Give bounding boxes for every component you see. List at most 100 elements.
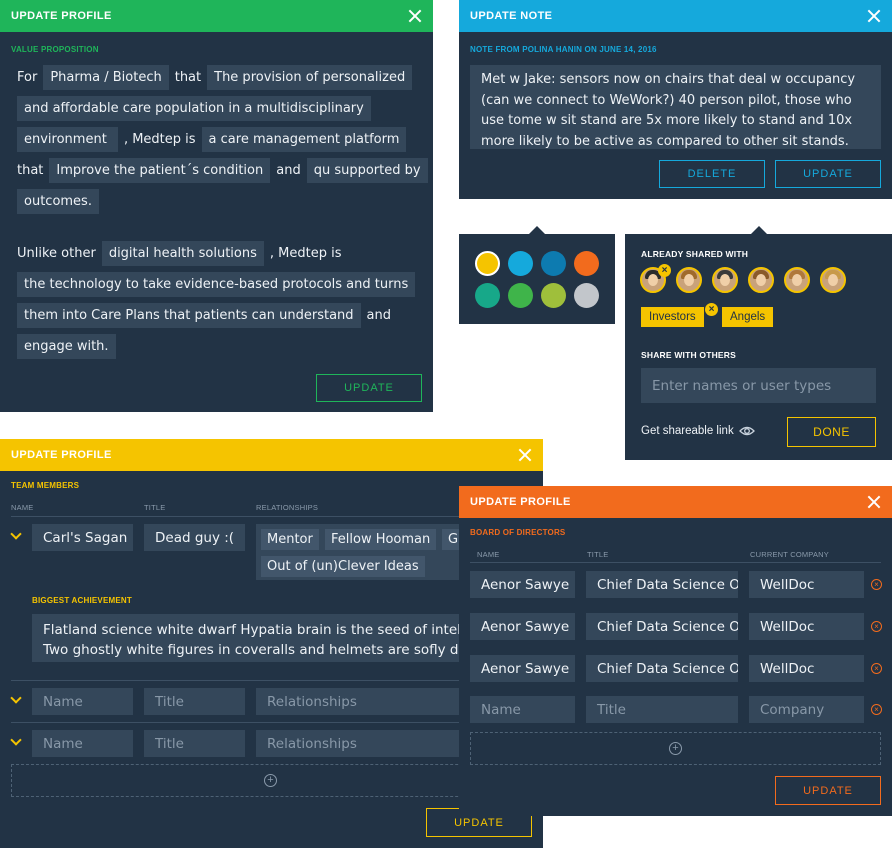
close-icon[interactable]	[518, 448, 532, 462]
remove-icon[interactable]: ×	[871, 663, 882, 674]
remove-icon[interactable]: ×	[871, 704, 882, 715]
divider	[470, 562, 881, 563]
update-button[interactable]: UPDATE	[775, 776, 881, 805]
value-chip[interactable]: Pharma / Biotech	[43, 64, 169, 90]
color-swatch-blue[interactable]	[508, 251, 533, 276]
shared-tag-investors[interactable]: Investors	[641, 307, 704, 327]
title-input[interactable]: Title	[144, 730, 245, 757]
director-company-field[interactable]: WellDoc	[749, 613, 864, 640]
relationship-chip[interactable]: Out of (un)Clever Ideas	[261, 556, 425, 577]
color-swatch-gray[interactable]	[574, 283, 599, 308]
value-proposition-panel: UPDATE PROFILE VALUE PROPOSITION For Pha…	[0, 0, 433, 412]
column-header-name: NAME	[11, 503, 34, 512]
value-chip[interactable]: the technology to take evidence-based pr…	[17, 271, 416, 297]
share-panel: ALREADY SHARED WITH × Investors × Angels…	[625, 234, 892, 460]
director-company-field[interactable]: WellDoc	[749, 655, 864, 682]
close-icon[interactable]	[867, 495, 881, 509]
static-text: that	[174, 69, 202, 85]
value-chip[interactable]: outcomes.	[17, 188, 99, 214]
value-chip[interactable]: digital health solutions	[101, 240, 264, 266]
share-with-others-label: SHARE WITH OTHERS	[641, 350, 737, 360]
static-text: , Medtep is	[123, 131, 196, 147]
color-swatch-dark-blue[interactable]	[541, 251, 566, 276]
member-name-field[interactable]: Carl's Sagan	[32, 524, 133, 551]
sentence-line: and affordable care population in a mult…	[17, 93, 371, 123]
sentence-line: Unlike other digital health solutions , …	[17, 238, 342, 268]
add-icon[interactable]: +	[669, 742, 682, 755]
name-input[interactable]: Name	[470, 696, 575, 723]
value-chip[interactable]: qu supported by	[306, 157, 428, 183]
relationship-chip[interactable]: Fellow Hooman	[325, 529, 437, 550]
done-button[interactable]: DONE	[787, 417, 876, 447]
delete-button[interactable]: DELETE	[659, 160, 765, 188]
director-title-field[interactable]: Chief Data Science O	[586, 571, 738, 598]
title-input[interactable]: Title	[586, 696, 738, 723]
sentence-line: the technology to take evidence-based pr…	[17, 269, 416, 299]
update-button[interactable]: UPDATE	[316, 374, 422, 402]
director-company-field[interactable]: WellDoc	[749, 571, 864, 598]
avatar[interactable]	[712, 267, 738, 293]
value-chip[interactable]: and affordable care population in a mult…	[17, 95, 371, 121]
director-name-field[interactable]: Aenor Sawye	[470, 613, 575, 640]
color-swatch-teal[interactable]	[475, 283, 500, 308]
eye-icon[interactable]	[739, 425, 755, 437]
static-text: Unlike other	[17, 245, 96, 261]
section-label: BOARD OF DIRECTORS	[470, 528, 566, 537]
section-label: VALUE PROPOSITION	[11, 45, 99, 54]
chevron-down-icon[interactable]	[10, 734, 22, 746]
note-textarea[interactable]: Met w Jake: sensors now on chairs that d…	[470, 65, 881, 149]
panel-title: UPDATE PROFILE	[470, 496, 571, 508]
panel-header: UPDATE PROFILE	[459, 486, 892, 518]
director-title-field[interactable]: Chief Data Science O	[586, 655, 738, 682]
remove-icon[interactable]: ×	[705, 303, 718, 316]
column-header-relationships: RELATIONSHIPS	[256, 503, 319, 512]
column-header-company: CURRENT COMPANY	[750, 550, 829, 559]
color-picker-panel	[459, 234, 615, 324]
name-input[interactable]: Name	[32, 688, 133, 715]
static-text: For	[17, 69, 38, 85]
director-title-field[interactable]: Chief Data Science O	[586, 613, 738, 640]
director-name-field[interactable]: Aenor Sawye	[470, 571, 575, 598]
value-chip[interactable]: The provision of personalized	[207, 64, 413, 90]
color-swatch-orange[interactable]	[574, 251, 599, 276]
member-title-field[interactable]: Dead guy :(	[144, 524, 245, 551]
chevron-down-icon[interactable]	[10, 692, 22, 704]
add-icon[interactable]: +	[264, 774, 277, 787]
value-chip[interactable]: Improve the patient´s condition	[49, 157, 271, 183]
director-name-field[interactable]: Aenor Sawye	[470, 655, 575, 682]
relationship-chip[interactable]: Mentor	[261, 529, 319, 550]
close-icon[interactable]	[408, 9, 422, 23]
remove-icon[interactable]: ×	[871, 621, 882, 632]
avatar[interactable]	[748, 267, 774, 293]
value-chip[interactable]: environment	[17, 126, 118, 152]
close-icon[interactable]	[867, 9, 881, 23]
static-text: and	[276, 162, 301, 178]
color-swatch-yellow[interactable]	[475, 251, 500, 276]
panel-title: UPDATE PROFILE	[11, 449, 112, 461]
avatar[interactable]	[676, 267, 702, 293]
value-chip[interactable]: a care management platform	[201, 126, 407, 152]
color-swatch-green[interactable]	[508, 283, 533, 308]
company-input[interactable]: Company	[749, 696, 864, 723]
update-button[interactable]: UPDATE	[775, 160, 881, 188]
value-chip[interactable]: engage with.	[17, 333, 116, 359]
panel-title: UPDATE NOTE	[470, 10, 553, 22]
title-input[interactable]: Title	[144, 688, 245, 715]
column-header-title: TITLE	[587, 550, 609, 559]
remove-icon[interactable]: ×	[658, 264, 671, 277]
sentence-line: environment , Medtep is a care managemen…	[17, 124, 407, 154]
name-input[interactable]: Name	[32, 730, 133, 757]
remove-icon[interactable]: ×	[871, 579, 882, 590]
chevron-down-icon[interactable]	[10, 528, 22, 540]
shared-tag-angels[interactable]: Angels	[722, 307, 774, 327]
panel-header: UPDATE PROFILE	[0, 0, 433, 32]
avatar[interactable]	[784, 267, 810, 293]
value-chip[interactable]: them into Care Plans that patients can u…	[17, 302, 361, 328]
update-note-panel: UPDATE NOTE NOTE FROM POLINA HANIN ON JU…	[459, 0, 892, 199]
shareable-link-label[interactable]: Get shareable link	[641, 425, 734, 437]
avatar[interactable]	[820, 267, 846, 293]
share-search-input[interactable]: Enter names or user types	[641, 368, 876, 403]
color-swatch-lime[interactable]	[541, 283, 566, 308]
popover-notch	[751, 226, 767, 234]
sentence-line: outcomes.	[17, 186, 99, 216]
